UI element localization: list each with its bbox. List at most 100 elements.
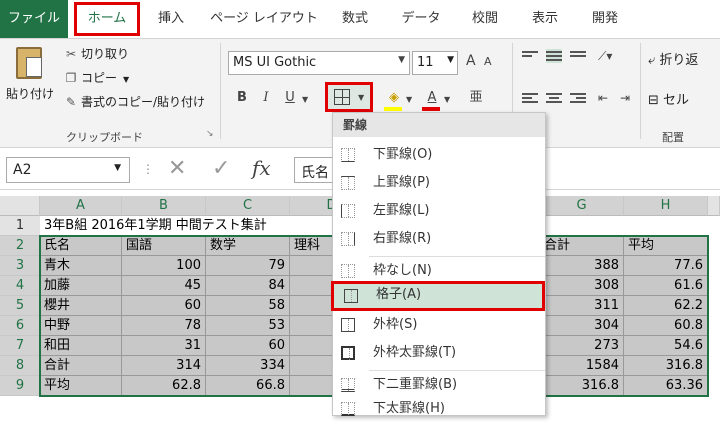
align-left-icon[interactable]	[522, 91, 538, 105]
row-header[interactable]: 4	[0, 276, 40, 296]
tab-formulas[interactable]: 数式	[332, 0, 378, 38]
header-cell-japanese[interactable]: 国語	[122, 236, 206, 256]
cancel-icon[interactable]: ✕	[168, 156, 186, 181]
table-cell[interactable]: 84	[206, 276, 290, 296]
row-header[interactable]: 6	[0, 316, 40, 336]
table-cell[interactable]: 62.2	[624, 296, 708, 316]
table-cell[interactable]: 和田	[40, 336, 122, 356]
row-header[interactable]: 1	[0, 216, 40, 236]
italic-button[interactable]: I	[256, 87, 276, 109]
align-bottom-icon[interactable]	[570, 49, 586, 63]
menu-item-left-border[interactable]: 左罫線(L)	[333, 197, 545, 225]
font-grow-icon[interactable]: A	[466, 53, 476, 69]
table-cell[interactable]: 62.8	[122, 376, 206, 396]
chevron-down-icon[interactable]: ▼	[406, 95, 412, 104]
table-cell[interactable]: 304	[540, 316, 624, 336]
table-cell[interactable]: 78	[122, 316, 206, 336]
table-cell[interactable]: 273	[540, 336, 624, 356]
tab-view[interactable]: 表示	[522, 0, 568, 38]
table-cell[interactable]: 櫻井	[40, 296, 122, 316]
table-cell[interactable]: 合計	[40, 356, 122, 376]
col-header-b[interactable]: B	[122, 196, 206, 216]
indent-decrease-icon[interactable]: ⇤	[598, 91, 608, 105]
cut-button[interactable]: ✂ 切り取り	[64, 45, 129, 62]
dialog-launcher-icon[interactable]: ↘	[206, 129, 214, 139]
menu-item-thick-outside-borders[interactable]: 外枠太罫線(T)	[333, 339, 545, 367]
chevron-down-icon[interactable]: ▼	[444, 95, 450, 104]
col-header-next[interactable]	[708, 196, 720, 216]
table-cell[interactable]: 388	[540, 256, 624, 276]
table-cell[interactable]: 334	[206, 356, 290, 376]
fill-color-icon[interactable]: ◈	[384, 87, 404, 109]
tab-insert[interactable]: 挿入	[146, 0, 196, 38]
name-box[interactable]: A2 ▼	[6, 157, 130, 183]
indent-increase-icon[interactable]: ⇥	[620, 91, 630, 105]
font-shrink-icon[interactable]: A	[484, 55, 492, 68]
table-cell[interactable]: 31	[122, 336, 206, 356]
tab-page-layout[interactable]: ページ レイアウト	[206, 0, 322, 38]
align-center-icon[interactable]	[546, 91, 562, 105]
phonetic-icon[interactable]: 亜	[466, 87, 486, 109]
table-cell[interactable]: 61.6	[624, 276, 708, 296]
table-cell[interactable]: 308	[540, 276, 624, 296]
table-cell[interactable]: 79	[206, 256, 290, 276]
paste-button[interactable]: 貼り付け	[4, 45, 58, 115]
table-cell[interactable]: 54.6	[624, 336, 708, 356]
align-middle-icon[interactable]	[546, 49, 562, 63]
table-cell[interactable]: 63.36	[624, 376, 708, 396]
chevron-down-icon[interactable]: ▼	[302, 95, 308, 104]
borders-button[interactable]: ▼	[325, 82, 373, 112]
orientation-icon[interactable]: ⟋▾	[598, 49, 612, 64]
header-cell-name[interactable]: 氏名	[40, 236, 122, 256]
table-cell[interactable]: 314	[122, 356, 206, 376]
enter-icon[interactable]: ✓	[212, 156, 230, 181]
table-cell[interactable]: 66.8	[206, 376, 290, 396]
table-cell[interactable]: 青木	[40, 256, 122, 276]
tab-developer[interactable]: 開発	[582, 0, 628, 38]
table-cell[interactable]: 60	[206, 336, 290, 356]
table-cell[interactable]: 316.8	[540, 376, 624, 396]
tab-data[interactable]: データ	[392, 0, 450, 38]
table-cell[interactable]: 53	[206, 316, 290, 336]
tab-home[interactable]: ホーム	[74, 2, 140, 36]
table-cell[interactable]: 1584	[540, 356, 624, 376]
table-cell[interactable]: 58	[206, 296, 290, 316]
insert-function-icon[interactable]: fx	[252, 156, 271, 180]
merge-center-button[interactable]: ⊟ セル	[648, 89, 689, 108]
wrap-text-button[interactable]: ⤶ 折り返	[648, 49, 698, 68]
copy-button[interactable]: ❐ コピー ▼	[64, 69, 130, 86]
table-cell[interactable]: 311	[540, 296, 624, 316]
bold-button[interactable]: B	[232, 87, 252, 109]
menu-item-thick-bottom-border[interactable]: 下太罫線(H)	[333, 395, 545, 423]
header-cell-math[interactable]: 数学	[206, 236, 290, 256]
menu-item-right-border[interactable]: 右罫線(R)	[333, 225, 545, 253]
format-painter-button[interactable]: ✎ 書式のコピー/貼り付け	[64, 93, 205, 110]
select-all-corner[interactable]	[0, 196, 40, 216]
row-header[interactable]: 7	[0, 336, 40, 356]
menu-item-all-borders[interactable]: 格子(A)	[331, 281, 545, 311]
col-header-c[interactable]: C	[206, 196, 290, 216]
align-top-icon[interactable]	[522, 49, 538, 63]
align-right-icon[interactable]	[570, 91, 586, 105]
font-color-button[interactable]: A	[422, 87, 442, 109]
row-header[interactable]: 8	[0, 356, 40, 376]
table-cell[interactable]: 中野	[40, 316, 122, 336]
table-cell[interactable]: 平均	[40, 376, 122, 396]
table-cell[interactable]: 100	[122, 256, 206, 276]
table-cell[interactable]: 60.8	[624, 316, 708, 336]
menu-item-bottom-border[interactable]: 下罫線(O)	[333, 141, 545, 169]
table-cell[interactable]: 77.6	[624, 256, 708, 276]
header-cell-total[interactable]: 合計	[540, 236, 624, 256]
col-header-g[interactable]: G	[540, 196, 624, 216]
table-cell[interactable]: 加藤	[40, 276, 122, 296]
menu-item-outside-borders[interactable]: 外枠(S)	[333, 311, 545, 339]
row-header[interactable]: 5	[0, 296, 40, 316]
row-header[interactable]: 2	[0, 236, 40, 256]
row-header[interactable]: 3	[0, 256, 40, 276]
tab-file[interactable]: ファイル	[0, 0, 68, 38]
row-header[interactable]: 9	[0, 376, 40, 396]
table-cell[interactable]: 60	[122, 296, 206, 316]
table-cell[interactable]: 45	[122, 276, 206, 296]
font-size-select[interactable]: 11 ▼	[412, 51, 458, 75]
col-header-a[interactable]: A	[40, 196, 122, 216]
